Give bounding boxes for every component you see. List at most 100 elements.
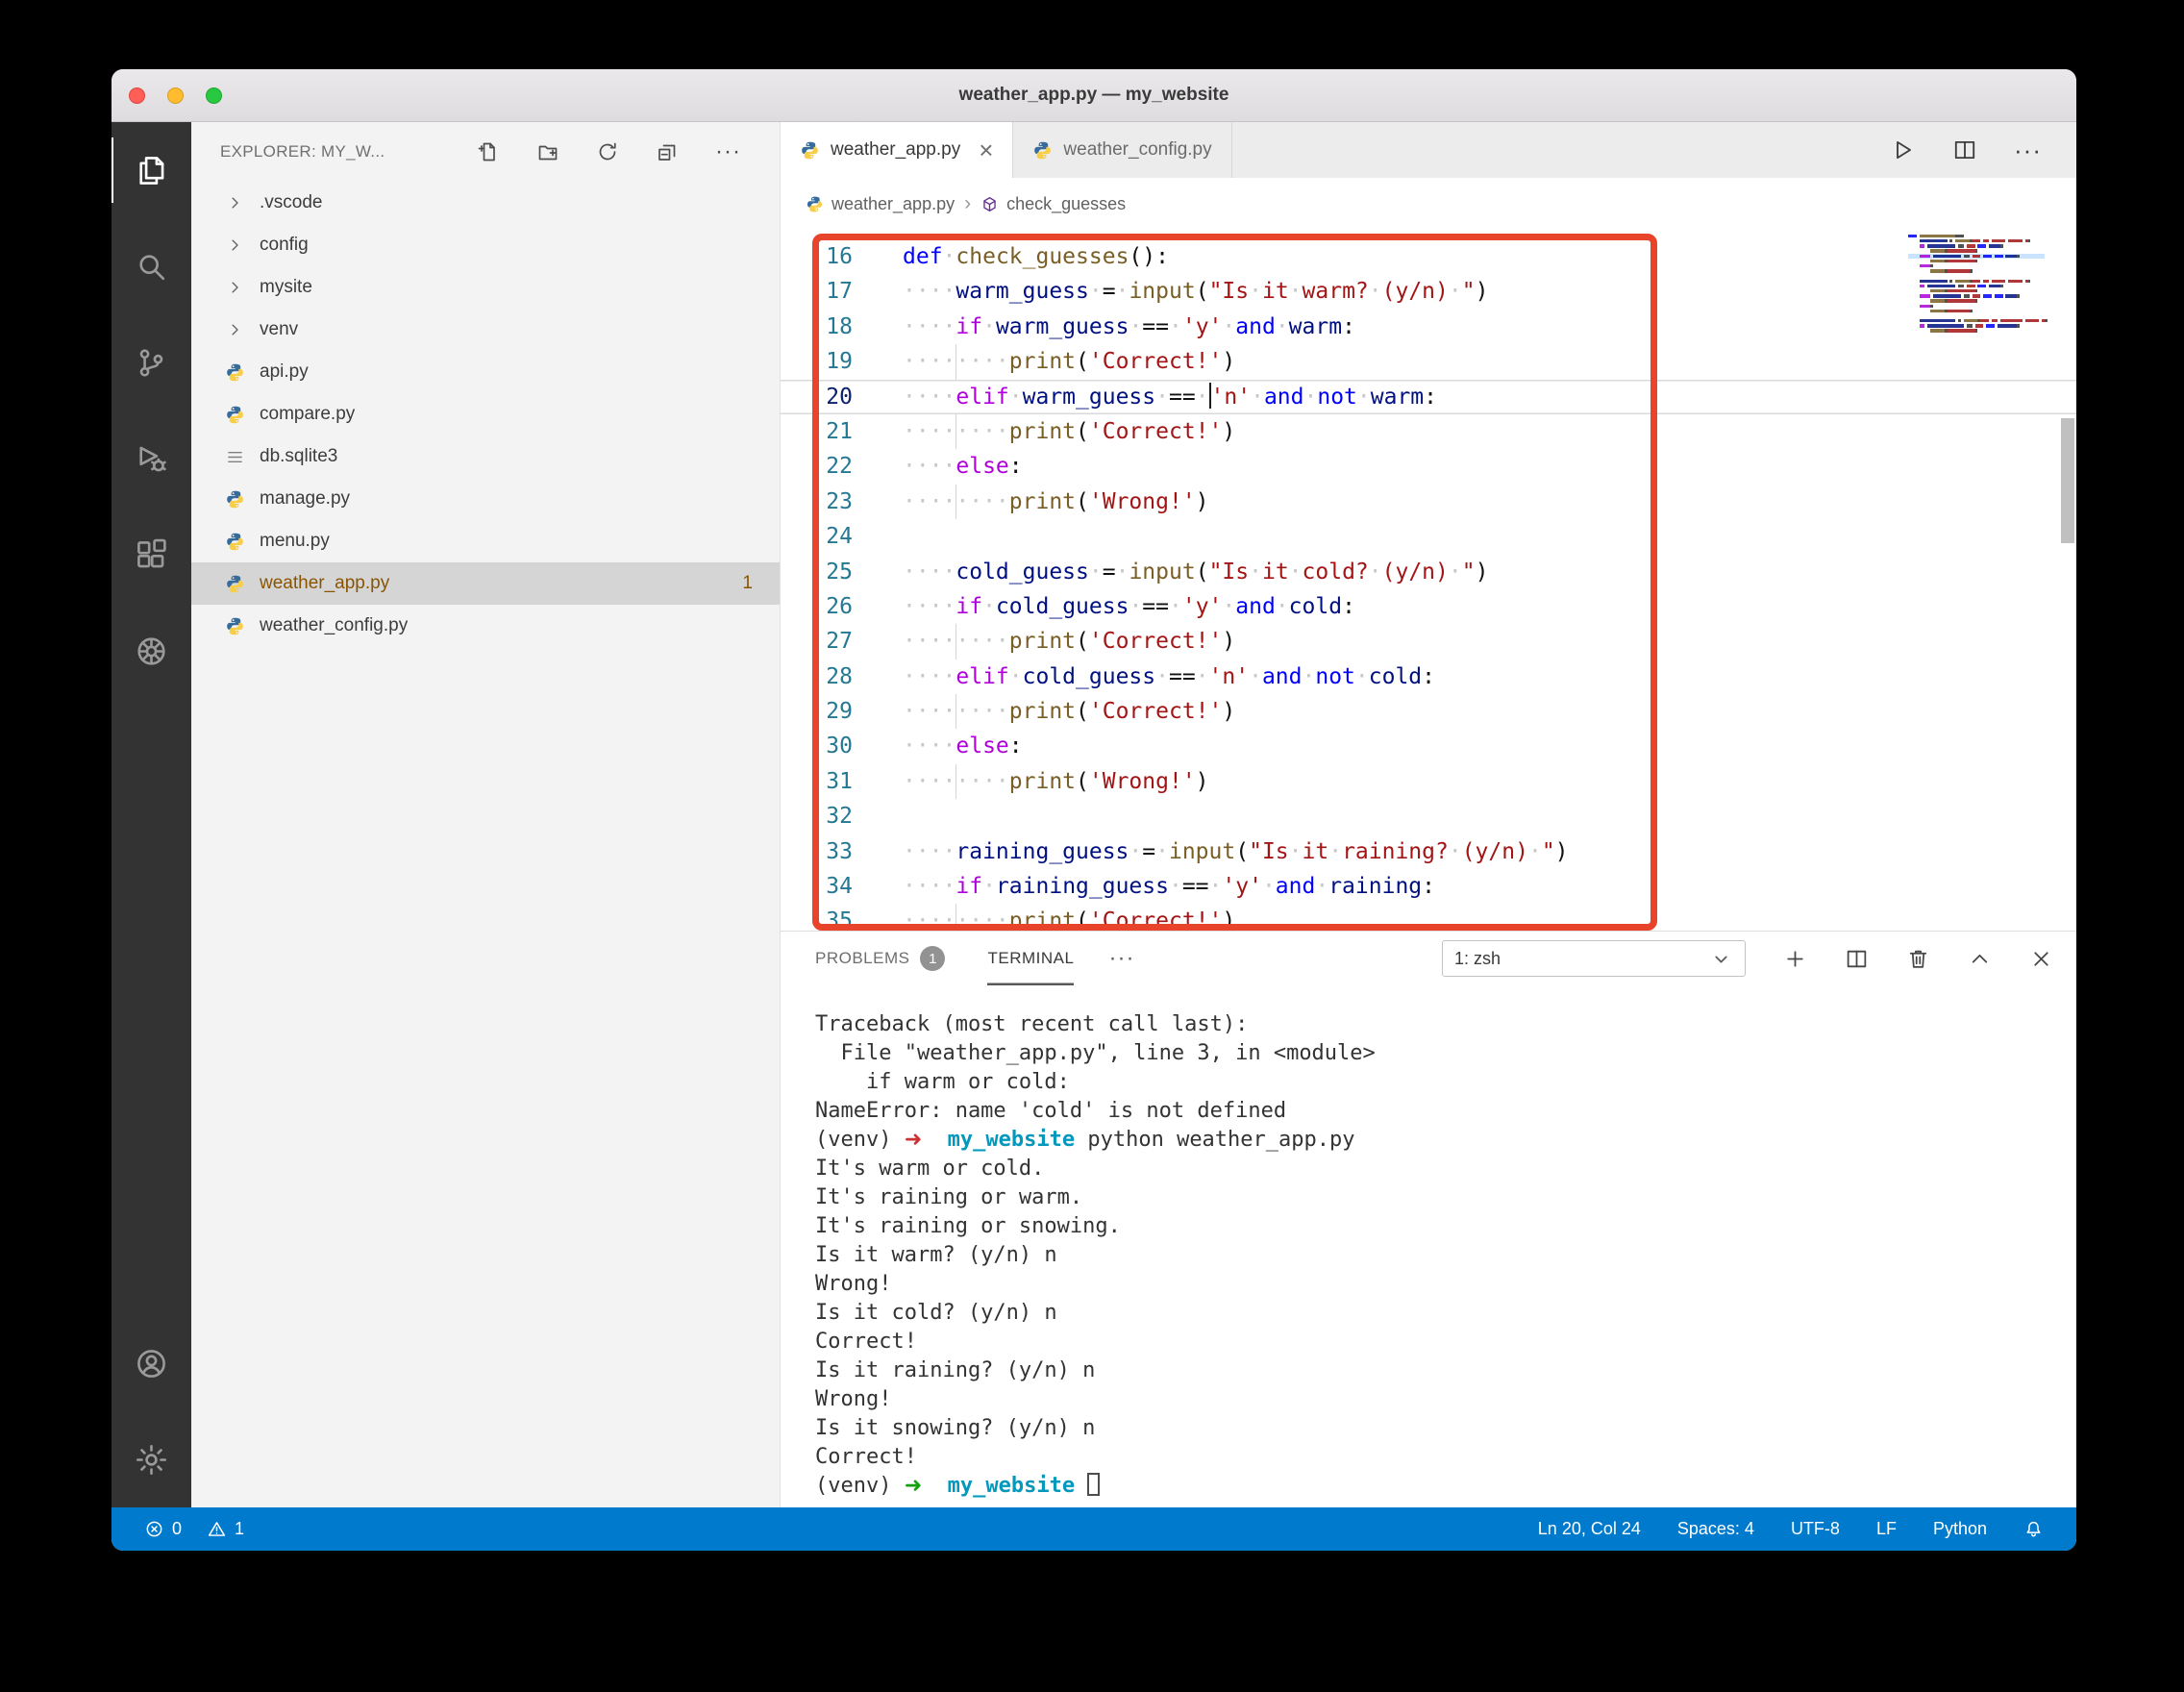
warning-icon: [207, 1519, 227, 1539]
status-cursor-position[interactable]: Ln 20, Col 24: [1538, 1519, 1641, 1539]
code-line-24[interactable]: 24: [781, 519, 2076, 554]
python-file-icon: [220, 574, 249, 594]
activity-bar-account[interactable]: [112, 1315, 191, 1411]
code-line-16[interactable]: 16def·check_guesses():: [781, 239, 2076, 274]
status-indentation[interactable]: Spaces: 4: [1677, 1519, 1754, 1539]
tab-weather-config-py[interactable]: weather_config.py: [1013, 122, 1231, 178]
terminal-line: Correct!: [815, 1443, 2057, 1472]
line-number: 26: [781, 589, 853, 624]
split-terminal-button[interactable]: [1845, 947, 1869, 971]
status-encoding[interactable]: UTF-8: [1791, 1519, 1840, 1539]
zoom-window-button[interactable]: [206, 87, 222, 104]
explorer-item-config[interactable]: config: [191, 224, 780, 266]
split-editor-button[interactable]: [1952, 137, 1977, 162]
file-tree: .vscodeconfigmysitevenvapi.pycompare.pyd…: [191, 182, 780, 1507]
explorer-item-db-sqlite3[interactable]: db.sqlite3: [191, 435, 780, 478]
terminal-line: Is it cold? (y/n) n: [815, 1299, 2057, 1328]
minimap[interactable]: [1908, 234, 2045, 334]
explorer-sidebar: EXPLORER: MY_W... ··· .vscodeconfigmysit…: [191, 122, 781, 1507]
status-eol[interactable]: LF: [1876, 1519, 1897, 1539]
tab-weather-app-py[interactable]: weather_app.py×: [781, 122, 1013, 178]
python-icon: [800, 140, 820, 161]
explorer-item-manage-py[interactable]: manage.py: [191, 478, 780, 520]
code-line-32[interactable]: 32: [781, 799, 2076, 834]
explorer-item-weather-app-py[interactable]: weather_app.py1: [191, 562, 780, 605]
new-folder-button[interactable]: [536, 140, 559, 163]
close-window-button[interactable]: [129, 87, 145, 104]
run-python-file-button[interactable]: [1891, 137, 1916, 162]
refresh-button[interactable]: [596, 140, 619, 163]
explorer-item-menu-py[interactable]: menu.py: [191, 520, 780, 562]
code-line-21[interactable]: 21········print('Correct!'): [781, 414, 2076, 449]
line-number: 16: [781, 239, 853, 274]
close-panel-button[interactable]: [2029, 947, 2053, 971]
error-count: 0: [172, 1519, 182, 1539]
terminal-line: It's warm or cold.: [815, 1155, 2057, 1183]
code-line-29[interactable]: 29········print('Correct!'): [781, 694, 2076, 729]
code-line-20[interactable]: 20····elif·warm_guess·==·'n'·and·not·war…: [781, 380, 2076, 414]
code-line-34[interactable]: 34····if·raining_guess·==·'y'·and·rainin…: [781, 869, 2076, 904]
explorer-item-api-py[interactable]: api.py: [191, 351, 780, 393]
code-line-27[interactable]: 27········print('Correct!'): [781, 624, 2076, 659]
code-line-22[interactable]: 22····else:: [781, 449, 2076, 484]
tab-close-button[interactable]: ×: [979, 137, 993, 162]
line-number: 18: [781, 310, 853, 344]
code-line-19[interactable]: 19········print('Correct!'): [781, 344, 2076, 379]
terminal[interactable]: Traceback (most recent call last): File …: [781, 985, 2076, 1507]
terminal-shell-select[interactable]: 1: zsh: [1442, 940, 1746, 977]
status-language[interactable]: Python: [1933, 1519, 1987, 1539]
line-number: 22: [781, 449, 853, 484]
editor-scrollbar[interactable]: [2061, 418, 2074, 543]
explorer-item-mysite[interactable]: mysite: [191, 266, 780, 309]
traffic-lights: [129, 69, 222, 121]
line-number: 34: [781, 869, 853, 904]
code-line-18[interactable]: 18····if·warm_guess·==·'y'·and·warm:: [781, 310, 2076, 344]
code-line-23[interactable]: 23········print('Wrong!'): [781, 485, 2076, 519]
code-line-31[interactable]: 31········print('Wrong!'): [781, 764, 2076, 799]
kill-terminal-button[interactable]: [1906, 947, 1930, 971]
code-line-30[interactable]: 30····else:: [781, 729, 2076, 763]
warning-count: 1: [235, 1519, 244, 1539]
maximize-panel-button[interactable]: [1968, 947, 1992, 971]
more-button[interactable]: ···: [715, 147, 741, 157]
activity-bar-run-debug[interactable]: [112, 411, 191, 507]
explorer-item--vscode[interactable]: .vscode: [191, 182, 780, 224]
activity-bar-extensions[interactable]: [112, 507, 191, 603]
activity-bar-settings[interactable]: [112, 1411, 191, 1507]
panel-tab-problems[interactable]: PROBLEMS1: [815, 932, 945, 985]
line-number: 31: [781, 764, 853, 799]
line-number: 33: [781, 834, 853, 869]
notifications-bell-icon[interactable]: [2023, 1519, 2044, 1539]
code-editor[interactable]: 16def·check_guesses():17····warm_guess·=…: [781, 230, 2076, 931]
code-line-28[interactable]: 28····elif·cold_guess·==·'n'·and·not·col…: [781, 659, 2076, 694]
activity-bar-source-control[interactable]: [112, 314, 191, 411]
activity-bar-explorer[interactable]: [112, 122, 191, 218]
explorer-item-compare-py[interactable]: compare.py: [191, 393, 780, 435]
breadcrumb-item[interactable]: weather_app.py: [806, 194, 955, 214]
code-line-17[interactable]: 17····warm_guess·=·input("Is·it·warm?·(y…: [781, 274, 2076, 309]
code-line-33[interactable]: 33····raining_guess·=·input("Is·it·raini…: [781, 834, 2076, 869]
code-line-25[interactable]: 25····cold_guess·=·input("Is·it·cold?·(y…: [781, 555, 2076, 589]
activity-bar-kubernetes[interactable]: [112, 603, 191, 699]
panel-more-actions-button[interactable]: ···: [1108, 945, 1134, 972]
minimize-window-button[interactable]: [167, 87, 184, 104]
bottom-panel: PROBLEMS1 TERMINAL ··· 1: zsh Traceback (…: [781, 931, 2076, 1507]
breadcrumb-item[interactable]: check_guesses: [980, 194, 1126, 214]
activity-bar-search[interactable]: [112, 218, 191, 314]
explorer-item-venv[interactable]: venv: [191, 309, 780, 351]
line-number: 28: [781, 659, 853, 694]
new-terminal-button[interactable]: [1783, 947, 1807, 971]
new-file-button[interactable]: [477, 140, 500, 163]
titlebar[interactable]: weather_app.py — my_website: [112, 69, 2076, 122]
line-number: 23: [781, 485, 853, 519]
activity-bar-bottom: [112, 1315, 191, 1507]
collapse-all-button[interactable]: [656, 140, 679, 163]
panel-tab-terminal[interactable]: TERMINAL: [987, 932, 1074, 985]
python-icon: [1032, 140, 1053, 161]
code-line-35[interactable]: 35········print('Correct!'): [781, 904, 2076, 931]
status-problems[interactable]: 0 1: [144, 1519, 244, 1539]
editor-more-actions-button[interactable]: ···: [2014, 136, 2042, 165]
line-number: 24: [781, 519, 853, 554]
explorer-item-weather-config-py[interactable]: weather_config.py: [191, 605, 780, 647]
code-line-26[interactable]: 26····if·cold_guess·==·'y'·and·cold:: [781, 589, 2076, 624]
